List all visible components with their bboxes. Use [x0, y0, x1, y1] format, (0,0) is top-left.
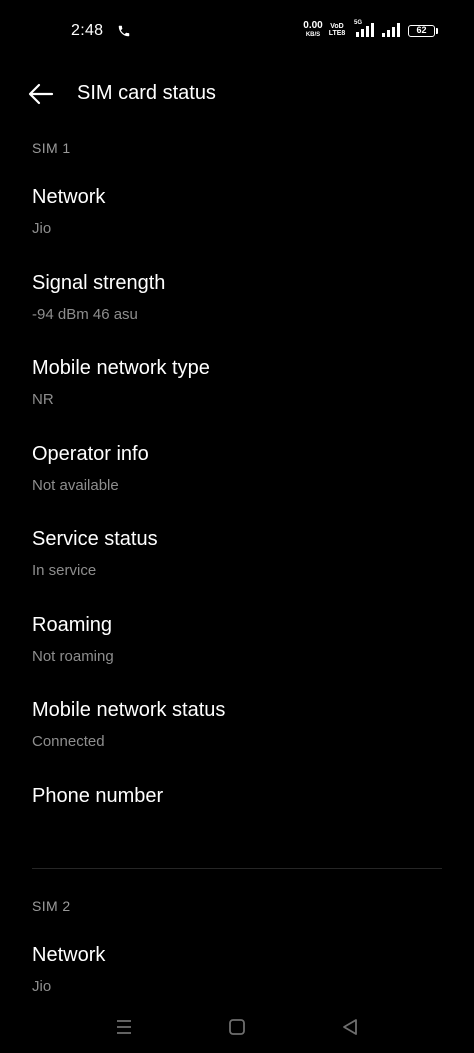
- network-speed: 0.00 KB/S: [301, 20, 325, 39]
- home-square-icon[interactable]: [223, 1013, 251, 1041]
- navigation-bar: [0, 1003, 474, 1053]
- item-value: Not roaming: [32, 648, 114, 665]
- signal-strength-secondary-icon: [382, 23, 400, 37]
- back-triangle-icon[interactable]: [336, 1013, 364, 1041]
- item-value: Connected: [32, 733, 105, 750]
- item-value: Not available: [32, 477, 119, 494]
- item-value: -94 dBm 46 asu: [32, 306, 138, 323]
- list-item-signal-strength[interactable]: Signal strength -94 dBm 46 asu: [0, 272, 474, 352]
- item-title: Roaming: [32, 614, 113, 636]
- app-bar: SIM card status: [0, 66, 474, 122]
- list-item-service-status[interactable]: Service status In service: [0, 528, 474, 608]
- item-title: Mobile network status: [32, 699, 226, 721]
- item-title: Signal strength: [32, 272, 166, 294]
- back-arrow-icon[interactable]: [26, 80, 56, 108]
- list-item-mobile-network-type[interactable]: Mobile network type NR: [0, 357, 474, 437]
- item-title: Network: [32, 944, 106, 966]
- page-title: SIM card status: [77, 82, 216, 104]
- item-title: Network: [32, 186, 106, 208]
- volte-indicator: VoD LTE8: [328, 23, 346, 37]
- signal-strength-icon: [356, 23, 374, 37]
- item-title: Mobile network type: [32, 357, 210, 379]
- phone-icon: [118, 25, 130, 37]
- section-divider: [32, 868, 442, 869]
- battery-nub: [436, 28, 438, 34]
- network-speed-value: 0.00: [303, 20, 323, 31]
- volte-line1: VoD: [330, 23, 344, 30]
- section-header-sim1: SIM 1: [32, 140, 71, 156]
- item-title: Phone number: [32, 785, 164, 807]
- section-header-sim2: SIM 2: [32, 898, 71, 914]
- item-value: NR: [32, 391, 54, 408]
- item-value: Jio: [32, 220, 52, 237]
- network-speed-unit: KB/S: [305, 32, 321, 38]
- list-item-operator-info[interactable]: Operator info Not available: [0, 443, 474, 523]
- item-value: Jio: [32, 978, 52, 995]
- status-bar: 2:48 0.00 KB/S VoD LTE8 5G 62: [0, 0, 474, 62]
- list-item-mobile-network-status[interactable]: Mobile network status Connected: [0, 699, 474, 779]
- list-item-roaming[interactable]: Roaming Not roaming: [0, 614, 474, 694]
- list-item-phone-number[interactable]: Phone number: [0, 785, 474, 865]
- item-title: Operator info: [32, 443, 149, 465]
- battery-icon: 62: [408, 25, 435, 37]
- list-item-network[interactable]: Network Jio: [0, 186, 474, 266]
- item-value: In service: [32, 562, 97, 579]
- status-time: 2:48: [71, 22, 104, 39]
- item-title: Service status: [32, 528, 158, 550]
- menu-lines-icon[interactable]: [110, 1013, 138, 1041]
- battery-level: 62: [416, 25, 427, 35]
- volte-line2: LTE8: [328, 30, 346, 37]
